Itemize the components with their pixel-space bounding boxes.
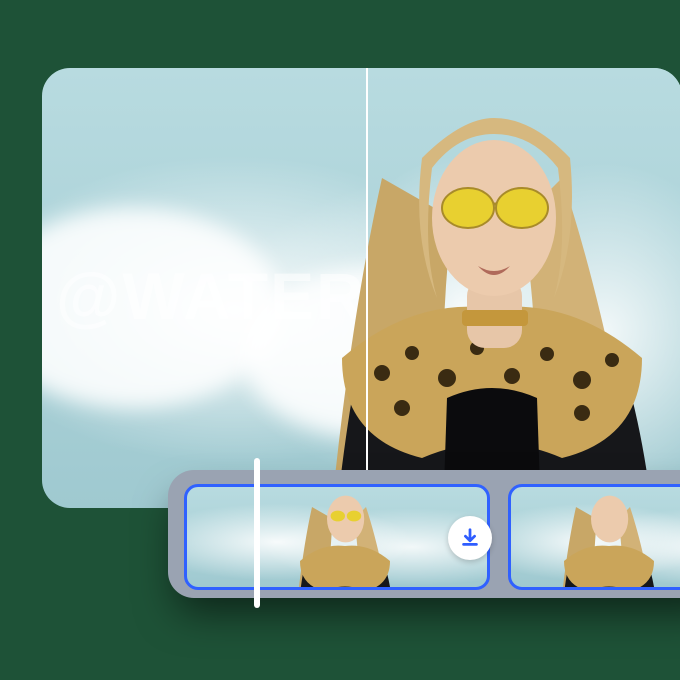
timeline-strip: [168, 470, 680, 598]
download-button[interactable]: [448, 516, 492, 560]
watermark-remover-preview: @WATER: [0, 0, 680, 680]
timeline-clip[interactable]: [508, 484, 680, 590]
download-icon: [459, 527, 481, 549]
timeline-clip[interactable]: [184, 484, 490, 590]
background-mountain: [42, 208, 282, 408]
comparison-card: @WATER: [42, 68, 680, 508]
timeline-playhead[interactable]: [254, 458, 260, 608]
after-side-mask: [367, 68, 680, 508]
